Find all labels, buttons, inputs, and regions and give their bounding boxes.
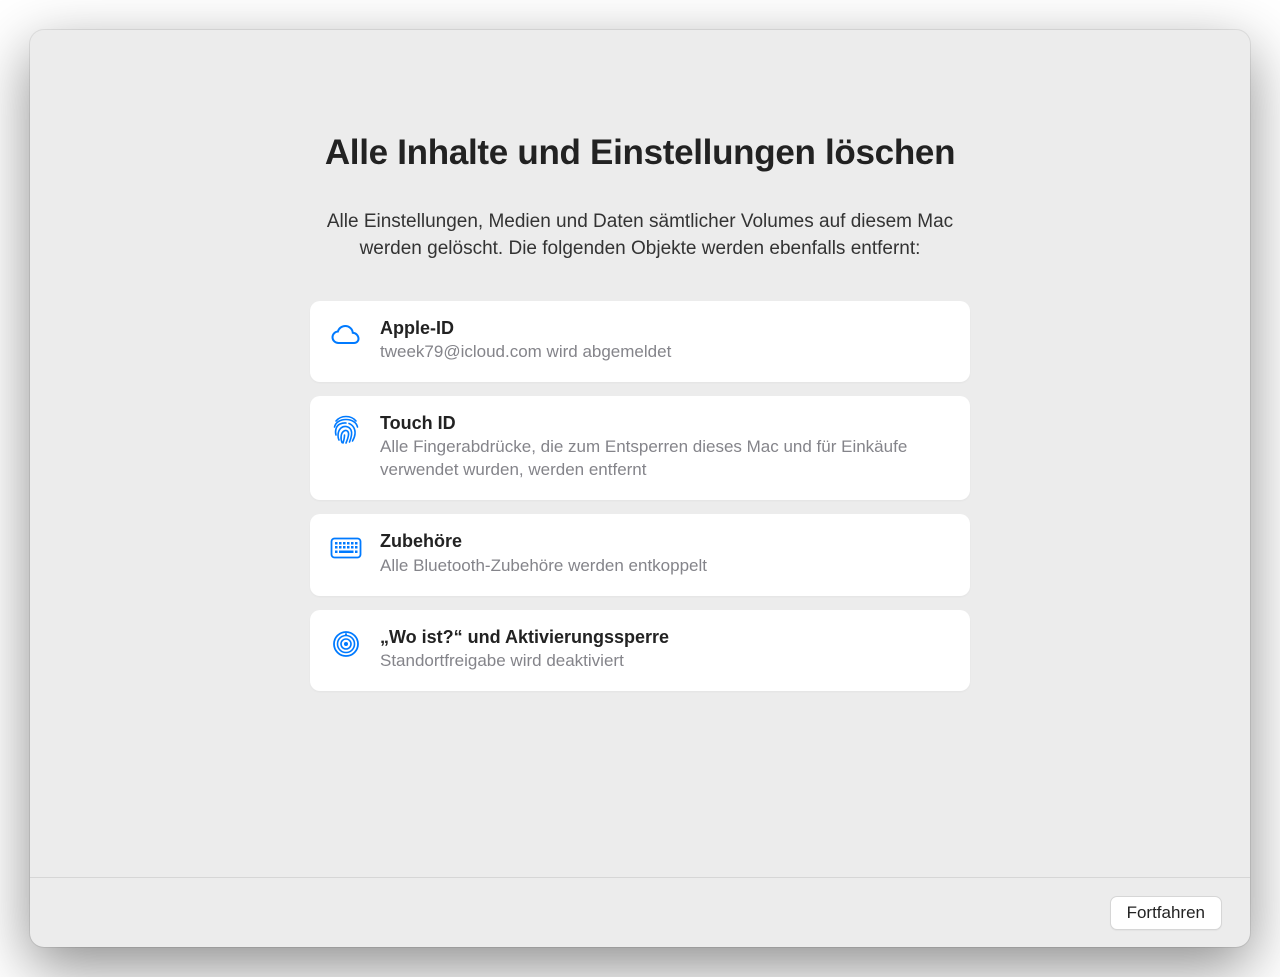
footer: Fortfahren xyxy=(30,877,1250,947)
item-title: Zubehöre xyxy=(380,530,950,553)
cloud-icon xyxy=(330,319,362,351)
keyboard-icon xyxy=(330,532,362,564)
item-title: Apple-ID xyxy=(380,317,950,340)
erase-assistant-window: Alle Inhalte und Einstellungen löschen A… xyxy=(30,30,1250,947)
list-item-touch-id: Touch ID Alle Fingerabdrücke, die zum En… xyxy=(310,396,970,500)
list-item-apple-id: Apple-ID tweek79@icloud.com wird abgemel… xyxy=(310,301,970,382)
item-text: Apple-ID tweek79@icloud.com wird abgemel… xyxy=(380,317,950,364)
item-desc: Alle Fingerabdrücke, die zum Entsperren … xyxy=(380,436,950,482)
main-content: Alle Inhalte und Einstellungen löschen A… xyxy=(30,30,1250,877)
item-title: Touch ID xyxy=(380,412,950,435)
list-item-accessories: Zubehöre Alle Bluetooth-Zubehöre werden … xyxy=(310,514,970,595)
item-desc: Standortfreigabe wird deaktiviert xyxy=(380,650,950,673)
findmy-icon xyxy=(330,628,362,660)
page-subtitle: Alle Einstellungen, Medien und Daten säm… xyxy=(300,208,980,263)
item-desc: Alle Bluetooth-Zubehöre werden entkoppel… xyxy=(380,555,950,578)
item-text: Zubehöre Alle Bluetooth-Zubehöre werden … xyxy=(380,530,950,577)
item-text: Touch ID Alle Fingerabdrücke, die zum En… xyxy=(380,412,950,482)
continue-button[interactable]: Fortfahren xyxy=(1110,896,1222,930)
fingerprint-icon xyxy=(330,414,362,446)
item-desc: tweek79@icloud.com wird abgemeldet xyxy=(380,341,950,364)
items-list: Apple-ID tweek79@icloud.com wird abgemel… xyxy=(310,301,970,691)
list-item-find-my: „Wo ist?“ und Aktivierungssperre Standor… xyxy=(310,610,970,691)
item-text: „Wo ist?“ und Aktivierungssperre Standor… xyxy=(380,626,950,673)
page-title: Alle Inhalte und Einstellungen löschen xyxy=(325,130,955,176)
item-title: „Wo ist?“ und Aktivierungssperre xyxy=(380,626,950,649)
